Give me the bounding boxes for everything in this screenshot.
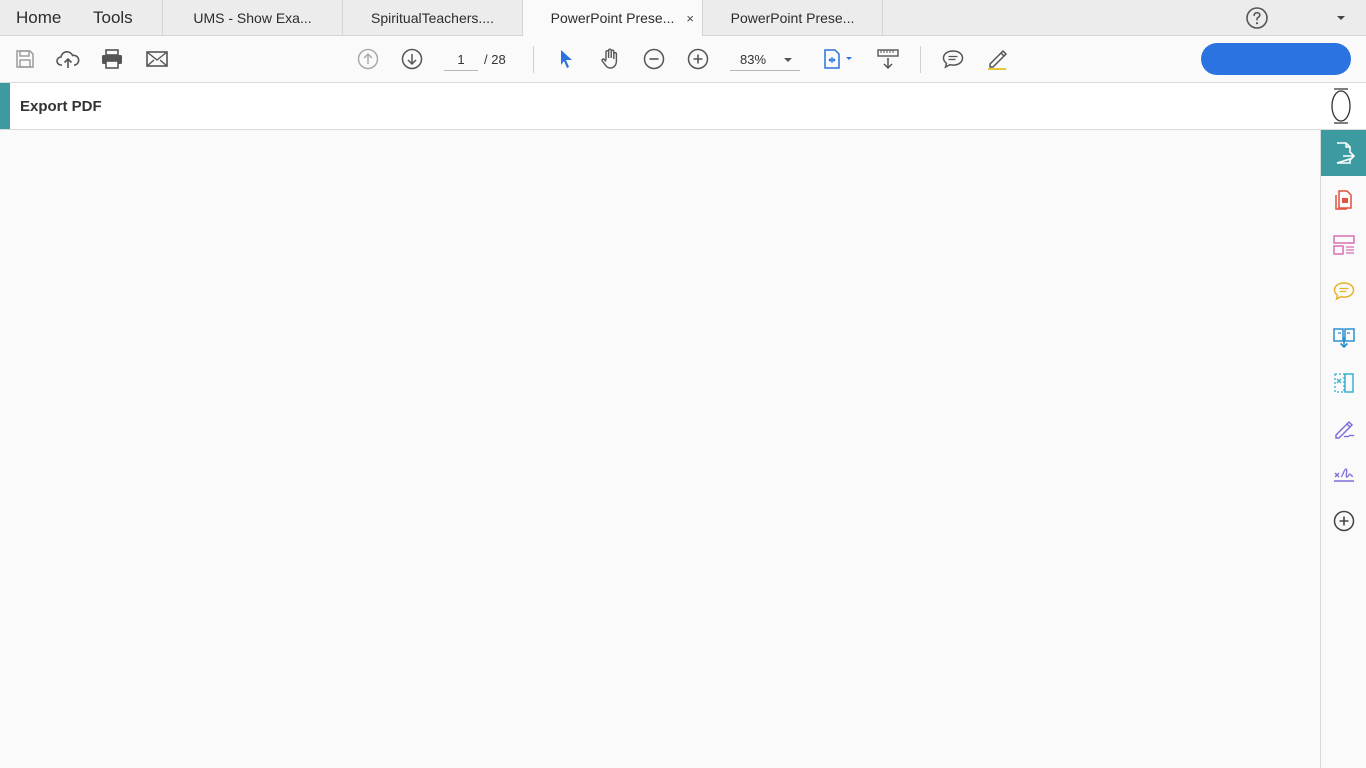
right-tool-rail xyxy=(1320,130,1366,768)
toolbar-divider xyxy=(920,46,921,73)
document-tab[interactable]: UMS - Show Exa... xyxy=(162,0,342,36)
panel-header: Export PDF xyxy=(0,83,1366,130)
toolbar-divider xyxy=(533,46,534,73)
chevron-down-icon xyxy=(784,58,792,62)
comment-icon[interactable] xyxy=(940,46,966,72)
panel-accent-strip xyxy=(0,83,10,129)
zoom-in-icon[interactable] xyxy=(685,46,711,72)
fit-page-icon[interactable] xyxy=(820,46,856,72)
highlight-pen-icon[interactable] xyxy=(984,46,1010,72)
fill-sign-icon[interactable] xyxy=(1321,406,1366,452)
zoom-value: 83% xyxy=(740,52,767,67)
more-tools-icon[interactable] xyxy=(1321,498,1366,544)
close-tab-icon[interactable]: × xyxy=(686,0,694,37)
zoom-dropdown[interactable]: 83% xyxy=(730,49,800,71)
scroll-mode-icon[interactable] xyxy=(875,46,901,72)
document-viewport[interactable] xyxy=(0,130,1320,768)
document-tab-label: SpiritualTeachers.... xyxy=(371,10,494,26)
action-button[interactable] xyxy=(1201,43,1351,75)
tab-bar: Home Tools UMS - Show Exa... SpiritualTe… xyxy=(0,0,1366,37)
home-tab[interactable]: Home xyxy=(16,0,61,36)
toolbar: / 28 83% xyxy=(0,36,1366,83)
organize-pages-icon[interactable] xyxy=(1321,222,1366,268)
help-icon[interactable] xyxy=(1244,5,1270,31)
edit-pdf-icon[interactable] xyxy=(1321,360,1366,406)
print-icon[interactable] xyxy=(99,46,125,72)
panel-title: Export PDF xyxy=(20,98,102,115)
document-tab-label: UMS - Show Exa... xyxy=(193,10,312,26)
next-page-icon[interactable] xyxy=(399,46,425,72)
tools-tab[interactable]: Tools xyxy=(93,0,133,36)
save-icon[interactable] xyxy=(12,46,38,72)
document-tab[interactable]: SpiritualTeachers.... xyxy=(342,0,522,36)
document-tab-active[interactable]: PowerPoint Prese... × xyxy=(522,0,702,37)
document-tab[interactable]: PowerPoint Prese... xyxy=(702,0,882,36)
comment-tool-icon[interactable] xyxy=(1321,268,1366,314)
compress-pdf-icon[interactable] xyxy=(1321,314,1366,360)
create-pdf-icon[interactable] xyxy=(1321,176,1366,222)
email-icon[interactable] xyxy=(144,46,170,72)
page-number-input[interactable] xyxy=(444,49,478,71)
collapse-panel-handle-icon[interactable] xyxy=(1330,87,1352,125)
document-tab-label: PowerPoint Prese... xyxy=(550,10,675,26)
zoom-out-icon[interactable] xyxy=(641,46,667,72)
upload-cloud-icon[interactable] xyxy=(55,46,81,72)
hand-tool-icon[interactable] xyxy=(597,46,623,72)
previous-page-icon[interactable] xyxy=(355,46,381,72)
page-total: / 28 xyxy=(484,52,506,67)
sign-icon[interactable] xyxy=(1321,452,1366,498)
tab-divider xyxy=(882,0,883,36)
document-tab-label: PowerPoint Prese... xyxy=(730,10,855,26)
select-cursor-icon[interactable] xyxy=(553,46,579,72)
export-pdf-icon[interactable] xyxy=(1321,130,1366,176)
chevron-down-icon[interactable] xyxy=(1328,5,1354,31)
